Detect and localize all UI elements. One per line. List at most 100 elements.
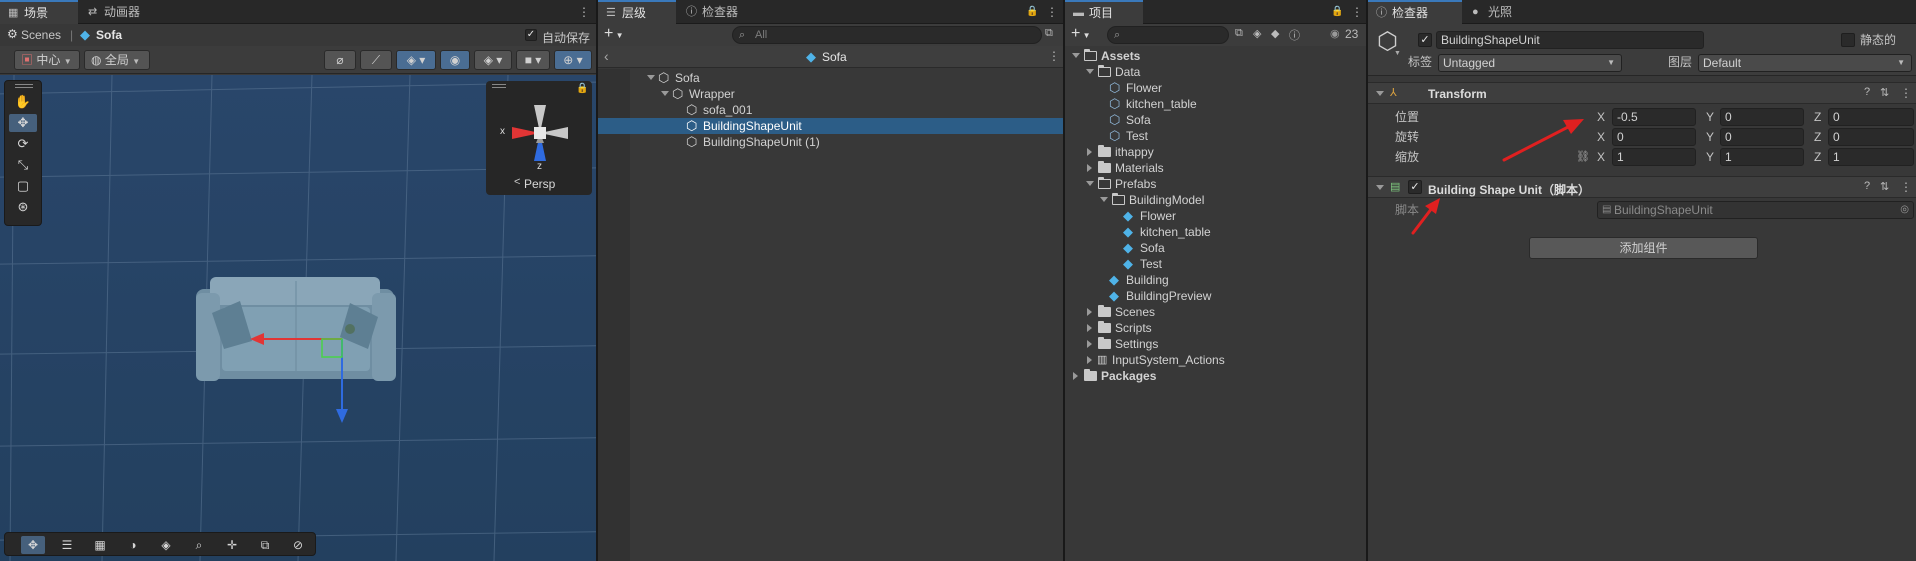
script-enabled-checkbox[interactable]: ✓ (1408, 180, 1422, 194)
expand-arrow-icon[interactable] (1087, 324, 1092, 332)
search-filter-icon[interactable]: ⧉ (1235, 27, 1243, 40)
type-filter-icon[interactable]: ◈ (1253, 27, 1261, 40)
help-icon[interactable]: ? (1864, 180, 1870, 192)
position-y-field[interactable]: 0 (1720, 108, 1804, 126)
tab-inspector-secondary[interactable]: ⓘ 检查器 (678, 0, 762, 24)
project-row-data-flower[interactable]: ⬡ Flower (1065, 80, 1366, 96)
add-object-button[interactable]: + ▼ (604, 25, 623, 43)
scale-y-field[interactable]: 1 (1720, 148, 1804, 166)
scene-viewport[interactable]: ✋ ✥ ⟳ ⤡ ▢ ⊛ 🔒 x z < Persp ✥ ☰ ▦ ◑ ◈ ⌕ ✛ … (0, 75, 596, 561)
project-row-data-kitchen-table[interactable]: ⬡ kitchen_table (1065, 96, 1366, 112)
project-row-materials[interactable]: Materials (1065, 160, 1366, 176)
scale-z-field[interactable]: 1 (1828, 148, 1914, 166)
space-dropdown[interactable]: ◍ 全局 ▼ (84, 50, 150, 70)
align-overlay-button[interactable]: ☰ (55, 536, 79, 554)
tab-scene[interactable]: ▦ 场景 (0, 0, 78, 24)
hierarchy-search-input[interactable]: ⌕ All (732, 26, 1042, 44)
expand-arrow-icon[interactable] (1087, 356, 1092, 364)
tab-inspector[interactable]: ⓘ 检查器 (1368, 0, 1462, 24)
project-row-packages[interactable]: Packages (1065, 368, 1366, 384)
project-more-icon[interactable]: ⋮ (1351, 0, 1363, 24)
object-picker-icon[interactable]: ◎ (1900, 202, 1909, 218)
scene-visibility-icon[interactable]: ⧉ (1045, 27, 1053, 40)
project-row-data[interactable]: Data (1065, 64, 1366, 80)
tool-strip-handle[interactable] (15, 84, 33, 88)
zoom-overlay-button[interactable]: ⌕ (187, 536, 211, 554)
move-tool-button[interactable]: ✥ (9, 114, 37, 132)
active-checkbox[interactable]: ✓ (1418, 33, 1432, 47)
hierarchy-row-buildingshapeunit[interactable]: ⬡ BuildingShapeUnit (598, 118, 1063, 134)
compass-overlay-button[interactable]: ⊘ (286, 536, 310, 554)
project-row-data-test[interactable]: ⬡ Test (1065, 128, 1366, 144)
warning-filter-icon[interactable]: ⓘ (1289, 27, 1300, 43)
static-checkbox[interactable] (1841, 33, 1855, 47)
hierarchy-more-icon[interactable]: ⋮ (1046, 0, 1058, 24)
layers-overlay-button[interactable]: ◈ (154, 536, 178, 554)
project-row-buildingpreview[interactable]: ◆ BuildingPreview (1065, 288, 1366, 304)
tab-hierarchy[interactable]: ☰ 层级 (598, 0, 676, 24)
object-name-field[interactable]: BuildingShapeUnit (1436, 31, 1704, 49)
project-row-scripts[interactable]: Scripts (1065, 320, 1366, 336)
component-more-icon[interactable]: ⋮ (1900, 180, 1912, 194)
camera-button[interactable]: ■ ▾ (516, 50, 550, 70)
expand-arrow-icon[interactable] (1087, 164, 1092, 172)
grid-snap-button[interactable]: ⌀ (324, 50, 356, 70)
scale-tool-button[interactable]: ⤡ (9, 156, 37, 174)
scale-x-field[interactable]: 1 (1612, 148, 1696, 166)
layer-dropdown[interactable]: Default ▼ (1698, 54, 1912, 72)
rotation-y-field[interactable]: 0 (1720, 128, 1804, 146)
tab-animator[interactable]: ⇄ 动画器 (80, 0, 170, 24)
project-search-input[interactable]: ⌕ (1107, 26, 1229, 44)
sofa-model[interactable] (196, 277, 396, 381)
preset-icon[interactable]: ⇅ (1880, 86, 1889, 99)
tab-lighting[interactable]: ● 光照 (1464, 0, 1534, 24)
auto-save-checkbox[interactable]: ✓ (525, 29, 537, 41)
layers-button[interactable]: ◈ ▾ (396, 50, 436, 70)
help-icon[interactable]: ? (1864, 86, 1870, 98)
project-row-assets[interactable]: Assets (1065, 48, 1366, 64)
component-more-icon[interactable]: ⋮ (1900, 86, 1912, 100)
tab-project[interactable]: ▬ 项目 (1065, 0, 1143, 24)
hierarchy-row-sofa[interactable]: ⬡ Sofa (598, 70, 1063, 86)
expand-arrow-icon[interactable] (1087, 148, 1092, 156)
hierarchy-header-more-icon[interactable]: ⋮ (1048, 49, 1060, 63)
rotation-x-field[interactable]: 0 (1612, 128, 1696, 146)
project-row-prefab-test[interactable]: ◆ Test (1065, 256, 1366, 272)
rect-tool-button[interactable]: ▢ (9, 177, 37, 195)
expand-arrow-icon[interactable] (1086, 181, 1094, 186)
expand-arrow-icon[interactable] (1086, 69, 1094, 74)
orbit-overlay-button[interactable]: ◑ (121, 536, 145, 554)
rotate-tool-button[interactable]: ⟳ (9, 135, 37, 153)
script-component-header[interactable]: ▤ ✓ Building Shape Unit（脚本） ? ⇅ ⋮ (1368, 176, 1916, 198)
expand-arrow-icon[interactable] (1087, 340, 1092, 348)
expand-arrow-icon[interactable] (1072, 53, 1080, 58)
view-overlay-button[interactable]: ⧉ (253, 536, 277, 554)
orientation-gizmo[interactable]: 🔒 x z < Persp (486, 81, 592, 195)
pivot-dropdown[interactable]: ▣ 中心 ▼ (14, 50, 80, 70)
project-row-data-sofa[interactable]: ⬡ Sofa (1065, 112, 1366, 128)
expand-arrow-icon[interactable] (661, 91, 669, 96)
rotation-z-field[interactable]: 0 (1828, 128, 1914, 146)
create-asset-button[interactable]: + ▼ (1071, 25, 1090, 43)
foldout-arrow-icon[interactable] (1376, 91, 1384, 96)
add-component-button[interactable]: 添加组件 (1529, 237, 1758, 259)
hierarchy-row-sofa001[interactable]: ⬡ sofa_001 (598, 102, 1063, 118)
expand-arrow-icon[interactable] (1100, 197, 1108, 202)
expand-arrow-icon[interactable] (1073, 372, 1078, 380)
gizmos-button[interactable]: ⊕ ▾ (554, 50, 592, 70)
scene-more-icon[interactable]: ⋮ (578, 0, 590, 24)
position-x-field[interactable]: -0.5 (1612, 108, 1696, 126)
panel-divider[interactable] (1366, 0, 1368, 561)
project-row-inputsystem-actions[interactable]: ▥ InputSystem_Actions (1065, 352, 1366, 368)
draw-mode-button[interactable]: ◈ ▾ (474, 50, 512, 70)
position-z-field[interactable]: 0 (1828, 108, 1914, 126)
project-row-settings[interactable]: Settings (1065, 336, 1366, 352)
panel-divider[interactable] (596, 0, 598, 561)
project-row-ithappy[interactable]: ithappy (1065, 144, 1366, 160)
lock-icon[interactable]: 🔒 (1026, 0, 1038, 24)
preset-icon[interactable]: ⇅ (1880, 180, 1889, 193)
persp-label[interactable]: Persp (524, 177, 555, 191)
grid-overlay-button[interactable]: ▦ (88, 536, 112, 554)
transform-tool-button[interactable]: ⊛ (9, 198, 37, 216)
breadcrumb-root[interactable]: Scenes (21, 28, 61, 42)
